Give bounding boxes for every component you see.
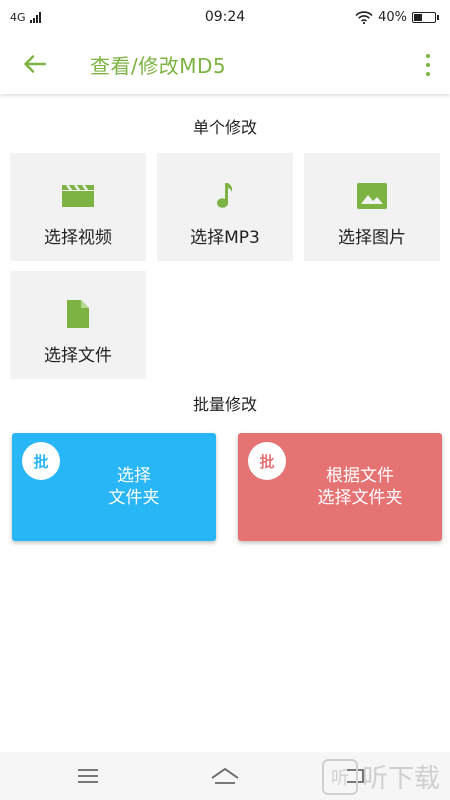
select-folder-by-file-line2: 选择文件夹 <box>317 488 403 508</box>
select-video-tile[interactable]: 选择视频 <box>10 153 146 261</box>
battery-icon <box>412 11 439 23</box>
menu-icon <box>78 769 98 783</box>
more-options-button[interactable] <box>420 52 436 78</box>
network-type: 4G <box>10 10 26 24</box>
watermark: 听 听下载 <box>321 758 440 795</box>
select-folder-card[interactable]: 批 选择 文件夹 <box>12 433 216 541</box>
navigation-bar: 听 听下载 <box>0 752 450 800</box>
select-folder-text: 选择 文件夹 <box>52 465 216 509</box>
more-vert-dot <box>426 72 430 76</box>
app-bar: 查看/修改MD5 <box>0 34 450 94</box>
status-left: 4G <box>10 11 41 24</box>
more-vert-icon <box>426 54 430 58</box>
status-bar: 4G 09:24 40% <box>0 0 450 34</box>
select-image-label: 选择图片 <box>338 228 406 248</box>
home-nav-button[interactable] <box>210 764 240 788</box>
select-file-tile[interactable]: 选择文件 <box>10 271 146 379</box>
more-vert-dot <box>426 63 430 67</box>
back-button[interactable] <box>0 34 70 94</box>
select-folder-by-file-text: 根据文件 选择文件夹 <box>278 465 442 509</box>
select-mp3-label: 选择MP3 <box>190 228 260 248</box>
page-title: 查看/修改MD5 <box>90 53 227 78</box>
select-folder-line1: 选择 <box>117 466 151 486</box>
signal-icon <box>29 11 41 23</box>
file-icon <box>67 300 89 328</box>
status-right: 40% <box>355 9 439 25</box>
select-mp3-tile[interactable]: 选择MP3 <box>157 153 293 261</box>
home-icon <box>211 767 239 784</box>
watermark-text: 听下载 <box>361 764 440 794</box>
image-icon <box>357 183 387 209</box>
music-note-icon <box>216 183 234 209</box>
video-clapper-icon <box>62 183 94 209</box>
arrow-left-icon <box>24 55 46 73</box>
watermark-logo: 听 <box>321 758 358 795</box>
select-folder-by-file-card[interactable]: 批 根据文件 选择文件夹 <box>238 433 442 541</box>
single-section-title: 单个修改 <box>192 118 257 137</box>
batch-section-title: 批量修改 <box>192 395 257 414</box>
select-video-label: 选择视频 <box>44 228 112 248</box>
select-file-label: 选择文件 <box>44 346 112 366</box>
select-folder-by-file-line1: 根据文件 <box>326 466 394 486</box>
select-folder-line2: 文件夹 <box>108 488 160 508</box>
menu-nav-button[interactable] <box>73 764 103 788</box>
wifi-icon <box>355 10 373 24</box>
select-image-tile[interactable]: 选择图片 <box>304 153 440 261</box>
battery-percent: 40% <box>378 9 407 25</box>
